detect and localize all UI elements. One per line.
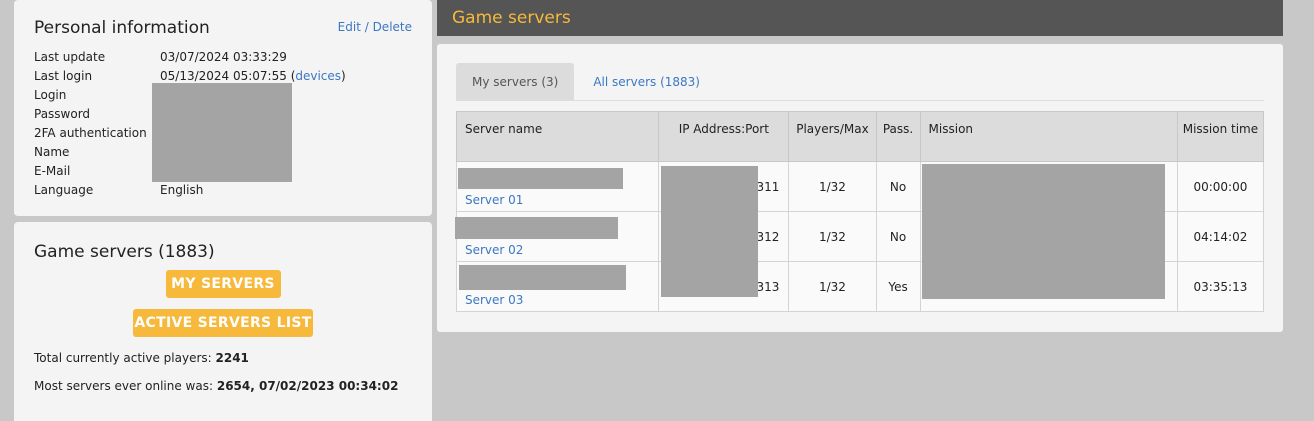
info-label: E-Mail [34,164,71,178]
players-cell: 1/32 [788,161,877,212]
col-mission[interactable]: Mission [919,111,1178,162]
info-label: Last login [34,69,93,83]
info-value: English [160,183,204,197]
redacted-server-name [459,265,626,290]
redacted-personal-block [152,83,292,182]
active-servers-list-button[interactable]: ACTIVE SERVERS LIST [133,309,313,337]
mission-time-cell: 03:35:13 [1176,261,1265,312]
max-servers-label: Most servers ever online was: [34,379,217,393]
game-servers-count-title: Game servers (1883) [34,242,215,262]
players-cell: 1/32 [788,211,877,262]
last-login-suffix: ) [341,69,346,83]
max-servers-stat: Most servers ever online was: 2654, 07/0… [34,379,412,393]
pass-cell: Yes [875,261,921,312]
pass-cell: No [875,211,921,262]
active-players-value: 2241 [215,351,249,365]
info-label: Login [34,88,67,102]
col-pass[interactable]: Pass. [875,111,921,162]
devices-link[interactable]: devices [295,69,341,83]
info-label: Password [34,107,91,121]
info-value: 03/07/2024 03:33:29 [160,50,287,64]
col-mission-time[interactable]: Mission time [1176,111,1265,162]
mission-time-cell: 04:14:02 [1176,211,1265,262]
redacted-ip-block [661,166,758,297]
info-label: 2FA authentication [34,126,147,140]
info-row-language: Language English [34,181,412,200]
info-label: Name [34,145,70,159]
col-server-name[interactable]: Server name [455,111,660,162]
active-players-label: Total currently active players: [34,351,216,365]
my-servers-button[interactable]: MY SERVERS [165,270,281,298]
game-servers-header: Game servers [437,0,1283,36]
server-tabs: My servers (3) All servers (1883) [456,63,1264,101]
info-label: Last update [34,50,106,64]
edit-delete-link[interactable]: Edit / Delete [338,20,412,34]
col-ip-address[interactable]: IP Address:Port [658,111,790,162]
redacted-mission-block [922,164,1165,299]
tab-all-servers[interactable]: All servers (1883) [574,63,716,101]
info-row-last-update: Last update 03/07/2024 03:33:29 [34,48,412,67]
mission-time-cell: 00:00:00 [1176,161,1265,212]
server-link[interactable]: Server 03 [465,293,523,307]
server-link[interactable]: Server 02 [465,243,523,257]
info-label: Language [34,183,94,197]
server-link[interactable]: Server 01 [465,193,523,207]
max-servers-value: 2654, 07/02/2023 00:34:02 [216,379,399,393]
game-servers-summary-panel: Game servers (1883) MY SERVERS ACTIVE SE… [14,222,432,421]
last-login-value: 05/13/2024 05:07:55 ( [160,69,296,83]
redacted-server-name [458,168,623,189]
redacted-server-name [455,217,618,239]
active-players-stat: Total currently active players: 2241 [34,351,412,365]
game-servers-header-title: Game servers [452,8,571,28]
pass-cell: No [875,161,921,212]
players-cell: 1/32 [788,261,877,312]
tab-my-servers[interactable]: My servers (3) [456,63,575,101]
col-players-max[interactable]: Players/Max [788,111,877,162]
table-header-row: Server name IP Address:Port Players/Max … [455,111,1265,162]
